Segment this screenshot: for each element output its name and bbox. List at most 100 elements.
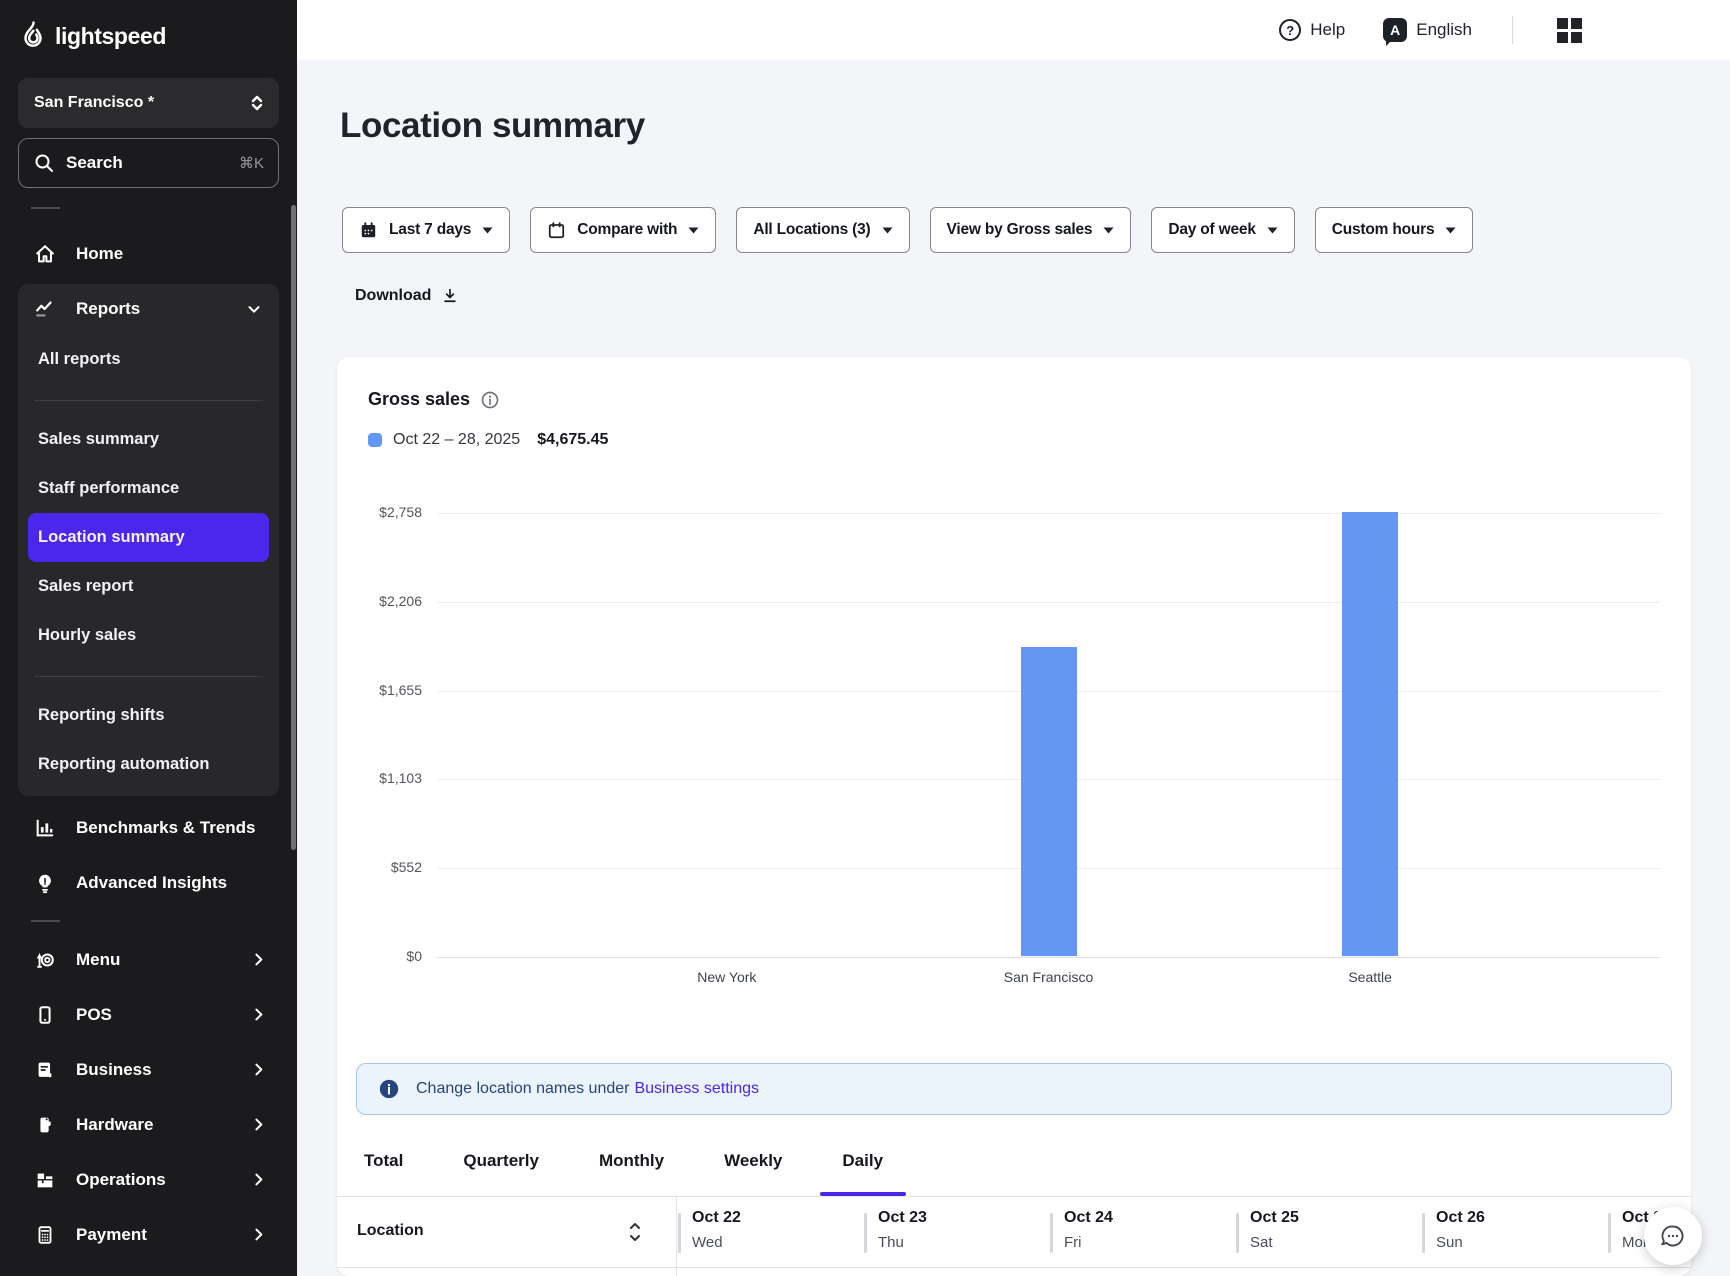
home-icon: [34, 243, 56, 265]
reports-icon: [34, 298, 56, 320]
info-filled-icon: [378, 1078, 400, 1100]
banner-text: Change location names under: [416, 1080, 629, 1098]
sidebar-item-all-reports[interactable]: All reports: [18, 334, 279, 384]
sidebar-item-label: Reports: [76, 299, 225, 319]
table-header-row: Location Oct 22 Wed Oct 23 Thu Oct 24 Fr…: [337, 1196, 1691, 1268]
column-header-oct-25[interactable]: Oct 25 Sat: [1236, 1209, 1422, 1257]
tablet-icon: [34, 1004, 56, 1026]
filter-bar: Last 7 days Compare with All Locations (…: [342, 207, 1473, 253]
day-of-week-filter[interactable]: Day of week: [1151, 207, 1294, 253]
sidebar-item-operations[interactable]: Operations: [0, 1152, 297, 1207]
yaxis-tick-label: $552: [322, 859, 422, 875]
help-icon: ?: [1279, 19, 1301, 41]
caret-down-icon: [482, 227, 493, 234]
calculator-icon: [34, 1224, 56, 1246]
bar-chart-icon: [34, 817, 56, 839]
sort-icon[interactable]: [627, 1219, 643, 1245]
period-tabs: Total Quarterly Monthly Weekly Daily: [364, 1149, 883, 1196]
view-by-filter[interactable]: View by Gross sales: [930, 207, 1132, 253]
filter-label: Custom hours: [1332, 221, 1435, 239]
sidebar-scrollbar-thumb[interactable]: [291, 205, 296, 850]
logo-text: lightspeed: [55, 23, 166, 50]
sidebar-item-reports[interactable]: Reports: [18, 284, 279, 334]
column-header-oct-24[interactable]: Oct 24 Fri: [1050, 1209, 1236, 1257]
sidebar-item-label: Benchmarks & Trends: [76, 818, 267, 838]
business-settings-link[interactable]: Business settings: [634, 1080, 759, 1098]
column-date: Oct 23: [878, 1209, 927, 1227]
sidebar-item-label: Payment: [76, 1225, 230, 1245]
location-column-header: Location: [357, 1222, 424, 1240]
location-selector[interactable]: San Francisco *: [18, 78, 279, 128]
ledger-icon: [34, 1059, 56, 1081]
search-shortcut: ⌘K: [239, 154, 264, 172]
column-day: Sun: [1436, 1234, 1463, 1251]
info-icon[interactable]: [480, 390, 500, 410]
sidebar-item-hourly-sales[interactable]: Hourly sales: [18, 611, 279, 660]
xaxis-category-label: San Francisco: [1004, 969, 1093, 985]
language-label: English: [1416, 20, 1472, 40]
custom-hours-filter[interactable]: Custom hours: [1315, 207, 1474, 253]
search-icon: [34, 153, 54, 173]
sidebar-item-menu[interactable]: Menu: [0, 932, 297, 987]
column-resize-handle[interactable]: [1422, 1213, 1425, 1253]
column-header-oct-22[interactable]: Oct 22 Wed: [678, 1209, 864, 1257]
app-grid-icon[interactable]: [1557, 18, 1582, 43]
sidebar-item-benchmarks[interactable]: Benchmarks & Trends: [0, 800, 297, 855]
yaxis-tick-label: $2,206: [322, 593, 422, 609]
caret-down-icon: [1103, 227, 1114, 234]
sidebar-item-business[interactable]: Business: [0, 1042, 297, 1097]
help-button[interactable]: ? Help: [1279, 19, 1345, 41]
chevron-right-icon: [250, 1171, 267, 1188]
chevron-right-icon: [250, 951, 267, 968]
dining-icon: [34, 949, 56, 971]
language-button[interactable]: A English: [1383, 18, 1472, 42]
column-resize-handle[interactable]: [678, 1213, 681, 1253]
yaxis-tick-label: $1,655: [322, 682, 422, 698]
tab-daily[interactable]: Daily: [842, 1149, 883, 1196]
sidebar-item-sales-report[interactable]: Sales report: [18, 562, 279, 611]
search-input[interactable]: Search ⌘K: [18, 138, 279, 188]
column-resize-handle[interactable]: [1608, 1213, 1611, 1253]
column-date: Oct 24: [1064, 1209, 1113, 1227]
sidebar-item-location-summary[interactable]: Location summary: [28, 513, 269, 562]
sidebar-item-pos[interactable]: POS: [0, 987, 297, 1042]
column-header-oct-26[interactable]: Oct 26 Sun: [1422, 1209, 1608, 1257]
download-button[interactable]: Download: [355, 287, 459, 305]
sidebar-item-hardware[interactable]: Hardware: [0, 1097, 297, 1152]
column-resize-handle[interactable]: [864, 1213, 867, 1253]
gross-sales-plot: $2,758$2,206$1,655$1,103$552$0New YorkSa…: [437, 513, 1660, 957]
sidebar-item-reporting-automation[interactable]: Reporting automation: [18, 740, 279, 789]
xaxis-category-label: Seattle: [1348, 969, 1392, 985]
sidebar-item-payment[interactable]: Payment: [0, 1207, 297, 1262]
tab-monthly[interactable]: Monthly: [599, 1149, 664, 1196]
date-range-filter[interactable]: Last 7 days: [342, 207, 510, 253]
tab-total[interactable]: Total: [364, 1149, 403, 1196]
compare-with-filter[interactable]: Compare with: [530, 207, 716, 253]
lightbulb-icon: [34, 872, 56, 894]
column-date: Oct 22: [692, 1209, 741, 1227]
column-resize-handle[interactable]: [1050, 1213, 1053, 1253]
lightspeed-logo: lightspeed: [0, 0, 297, 56]
sidebar-item-staff-performance[interactable]: Staff performance: [18, 464, 279, 513]
help-label: Help: [1310, 20, 1345, 40]
chat-fab-button[interactable]: [1644, 1207, 1702, 1265]
column-resize-handle[interactable]: [1236, 1213, 1239, 1253]
chat-bubble-icon: [1659, 1222, 1687, 1250]
sidebar-item-reporting-shifts[interactable]: Reporting shifts: [18, 691, 279, 740]
tab-weekly[interactable]: Weekly: [724, 1149, 782, 1196]
column-header-oct-23[interactable]: Oct 23 Thu: [864, 1209, 1050, 1257]
column-date: Oct 26: [1436, 1209, 1485, 1227]
caret-down-icon: [688, 227, 699, 234]
reports-divider: [34, 676, 263, 677]
calendar-icon: [359, 221, 378, 240]
gridline: [437, 957, 1660, 958]
locations-filter[interactable]: All Locations (3): [736, 207, 909, 253]
sidebar-item-sales-summary[interactable]: Sales summary: [18, 415, 279, 464]
sidebar-item-home[interactable]: Home: [0, 229, 297, 279]
chevron-right-icon: [250, 1116, 267, 1133]
tab-quarterly[interactable]: Quarterly: [463, 1149, 539, 1196]
sidebar-item-advanced-insights[interactable]: Advanced Insights: [0, 855, 297, 910]
sidebar-item-label: Business: [76, 1060, 230, 1080]
sidebar: lightspeed San Francisco * Search ⌘K Hom…: [0, 0, 297, 1276]
chart-title: Gross sales: [368, 389, 470, 410]
